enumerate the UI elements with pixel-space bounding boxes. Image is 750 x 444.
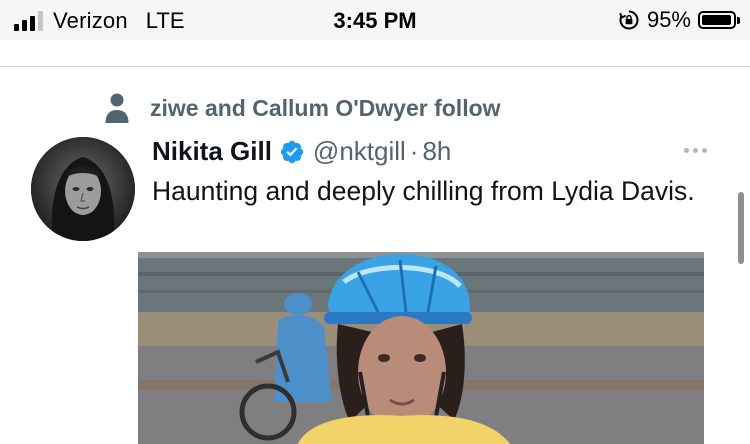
scrollbar[interactable] [738,192,744,264]
social-context-text: ziwe and Callum O'Dwyer follow [150,94,501,121]
tweet-age[interactable]: 8h [422,136,451,167]
status-bar: Verizon LTE 3:45 PM 95% [0,0,750,40]
battery-percent: 95% [646,7,691,32]
social-context[interactable]: ziwe and Callum O'Dwyer follow [104,92,501,124]
verified-badge-icon [280,140,304,163]
avatar-portrait [31,137,135,241]
author-name[interactable]: Nikita Gill [152,136,272,167]
timeline-divider [0,66,750,67]
author-avatar[interactable] [31,137,135,241]
author-handle[interactable]: @nktgill [313,136,406,167]
person-icon [105,93,129,123]
tweet-header: Nikita Gill @nktgill · 8h [152,136,451,167]
status-bar-right: 95% [619,7,740,33]
rotation-lock-icon [619,10,639,30]
header-separator: · [409,136,419,166]
photo-image [138,252,704,444]
battery-icon [698,11,740,29]
tweet-media-photo[interactable] [138,252,704,444]
tweet-text: Haunting and deeply chilling from Lydia … [152,176,695,206]
more-options-icon[interactable] [684,148,707,153]
